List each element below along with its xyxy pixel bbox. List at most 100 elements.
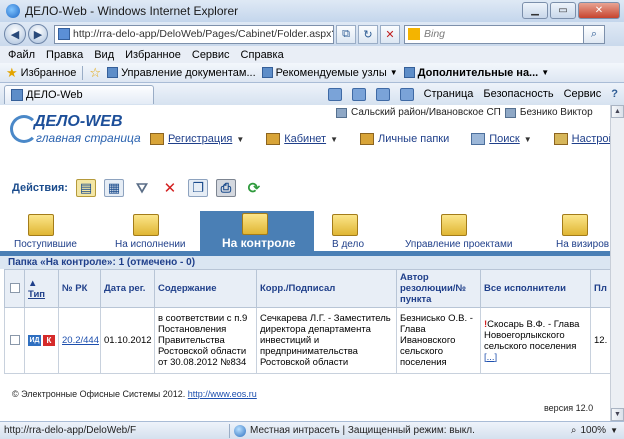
add-favorite-icon[interactable]: ☆ <box>89 65 101 81</box>
mail-icon[interactable] <box>375 87 390 101</box>
nav-registration-label: Регистрация <box>168 133 233 145</box>
vertical-scrollbar[interactable]: ▲ ▼ <box>610 105 624 421</box>
browser-tab[interactable]: ДЕЛО-Web <box>4 84 154 104</box>
favorite-link[interactable]: Рекомендуемые узлы ▼ <box>261 66 398 79</box>
favorite-link-label: Рекомендуемые узлы <box>275 66 387 79</box>
back-button[interactable]: ◀ <box>4 23 26 45</box>
eos-link[interactable]: http://www.eos.ru <box>188 389 257 399</box>
scroll-up-icon[interactable]: ▲ <box>611 105 624 118</box>
folder-tab-incoming[interactable]: Поступившие <box>14 211 94 251</box>
nav-registration[interactable]: Регистрация ▼ <box>150 133 244 145</box>
stop-icon: ✕ <box>385 28 395 41</box>
folder-tab-for-approval[interactable]: На визиров <box>556 211 610 251</box>
menu-help[interactable]: Справка <box>241 49 284 61</box>
nav-settings-label: Настройка <box>571 133 610 145</box>
delete-icon[interactable]: ✕ <box>160 179 180 197</box>
page-menu[interactable]: Страница <box>424 88 474 100</box>
favorites-button[interactable]: ★ Избранное <box>6 65 76 81</box>
favorites-bar: ★ Избранное ☆ Управление документам... Р… <box>0 63 624 83</box>
folder-icon <box>360 133 374 145</box>
refresh-button[interactable]: ↻ <box>358 24 378 44</box>
folder-tab-label: В дело <box>332 239 365 250</box>
column-header-plan[interactable]: Пл <box>590 269 610 308</box>
command-bar: ДЕЛО-Web Страница Безопасность Сервис ? <box>0 83 624 105</box>
refresh-icon[interactable]: ⟳ <box>244 179 264 197</box>
column-header-type-label: Тип <box>28 288 46 300</box>
row-checkbox[interactable] <box>9 335 20 346</box>
column-header-reg-date[interactable]: Дата рег. <box>100 269 155 308</box>
home-icon[interactable] <box>327 87 342 101</box>
address-input[interactable]: http://rra-delo-app/DeloWeb/Pages/Cabine… <box>54 24 334 44</box>
nav-settings[interactable]: Настройка ▼ <box>553 133 610 145</box>
folder-icon <box>332 214 358 236</box>
column-header-executors[interactable]: Все исполнители <box>480 269 591 308</box>
menu-edit[interactable]: Правка <box>46 49 83 61</box>
forward-button[interactable]: ▶ <box>28 24 48 44</box>
folder-tab-projects[interactable]: Управление проектами <box>405 211 515 251</box>
more-executors-link[interactable]: [...] <box>484 352 497 363</box>
security-menu[interactable]: Безопасность <box>483 88 553 100</box>
nav-cabinet-label: Кабинет <box>284 133 327 145</box>
copy-icon[interactable]: ❐ <box>187 179 208 197</box>
folder-tab-to-case[interactable]: В дело <box>332 211 382 251</box>
tools-menu[interactable]: Сервис <box>564 88 602 100</box>
folder-tab-in-execution[interactable]: На исполнении <box>115 211 205 251</box>
status-url: http://rra-delo-app/DeloWeb/F <box>4 425 137 436</box>
compatibility-button[interactable]: ⧉ <box>336 24 356 44</box>
folder-tab-label: На контроле <box>222 236 296 250</box>
folder-tab-on-control[interactable]: На контроле <box>200 211 314 251</box>
menu-view[interactable]: Вид <box>94 49 114 61</box>
column-header-content[interactable]: Содержание <box>154 269 257 308</box>
page-icon <box>11 88 23 101</box>
zoom-control[interactable]: ⌕ 100% ▼ <box>571 425 624 436</box>
close-button[interactable]: ✕ <box>578 2 620 19</box>
select-all-checkbox[interactable] <box>9 283 20 294</box>
corr-cell: Сечкарева Л.Г. - Заместитель директора д… <box>256 307 397 374</box>
window-titlebar: ДЕЛО-Web - Windows Internet Explorer ▁ ▭… <box>0 0 624 22</box>
stop-button[interactable]: ✕ <box>380 24 400 44</box>
search-icon <box>471 133 486 145</box>
column-header-rk-num[interactable]: № РК <box>58 269 101 308</box>
settings-icon <box>553 133 568 145</box>
print-icon[interactable] <box>399 87 414 101</box>
zoom-icon: ⌕ <box>570 425 577 436</box>
menu-tools[interactable]: Сервис <box>192 49 230 61</box>
column-header-type[interactable]: ▲ Тип <box>24 269 59 308</box>
help-icon[interactable]: ? <box>611 88 618 100</box>
column-header-corr[interactable]: Корр./Подписал <box>256 269 397 308</box>
favorite-link[interactable]: Дополнительные на... ▼ <box>403 67 549 79</box>
print-icon[interactable]: ⎙ <box>215 179 236 197</box>
folder-icon <box>133 214 159 236</box>
favorite-link[interactable]: Управление документам... <box>107 67 256 79</box>
app-version: версия 12.0 <box>544 403 594 413</box>
menu-file[interactable]: Файл <box>8 49 35 61</box>
ie-logo-icon <box>6 4 20 18</box>
sort-arrow-icon: ▲ <box>28 277 38 289</box>
status-bar: http://rra-delo-app/DeloWeb/F Местная ин… <box>0 421 624 439</box>
select-all-header <box>4 269 25 308</box>
user-name: Безнико Виктор <box>519 107 593 118</box>
nav-cabinet[interactable]: Кабинет ▼ <box>266 133 338 145</box>
column-header-author[interactable]: Автор резолюции/№ пункта <box>396 269 481 308</box>
scroll-down-icon[interactable]: ▼ <box>611 408 624 421</box>
folder-tab-label: Поступившие <box>14 239 77 250</box>
app-logo[interactable]: ДЕЛО-WEB главная страница <box>10 111 160 147</box>
nav-personal-folders[interactable]: Личные папки <box>360 133 449 145</box>
table-row[interactable]: ИД К 20.2/444 01.10.2012 в соответствии … <box>4 307 610 374</box>
folder-tab-label: Управление проектами <box>405 239 513 250</box>
search-button[interactable]: ⌕ <box>583 24 605 44</box>
minimize-button[interactable]: ▁ <box>522 2 548 19</box>
type-badges: ИД К <box>28 335 55 346</box>
nav-search[interactable]: Поиск ▼ <box>471 133 532 145</box>
table-settings-icon[interactable]: ▦ <box>103 179 124 197</box>
feeds-icon[interactable] <box>351 87 366 101</box>
search-placeholder: Bing <box>424 28 446 40</box>
menu-favorites[interactable]: Избранное <box>125 49 181 61</box>
document-action-icon[interactable]: ▤ <box>75 179 96 197</box>
maximize-button[interactable]: ▭ <box>550 2 576 19</box>
search-input[interactable]: Bing <box>404 24 584 44</box>
rk-num-link[interactable]: 20.2/444 <box>62 335 99 346</box>
command-buttons: Страница Безопасность Сервис ? <box>327 87 624 101</box>
filter-icon[interactable]: ⛛ <box>132 179 152 197</box>
security-zone[interactable]: Местная интрасеть | Защищенный режим: вы… <box>234 424 475 437</box>
